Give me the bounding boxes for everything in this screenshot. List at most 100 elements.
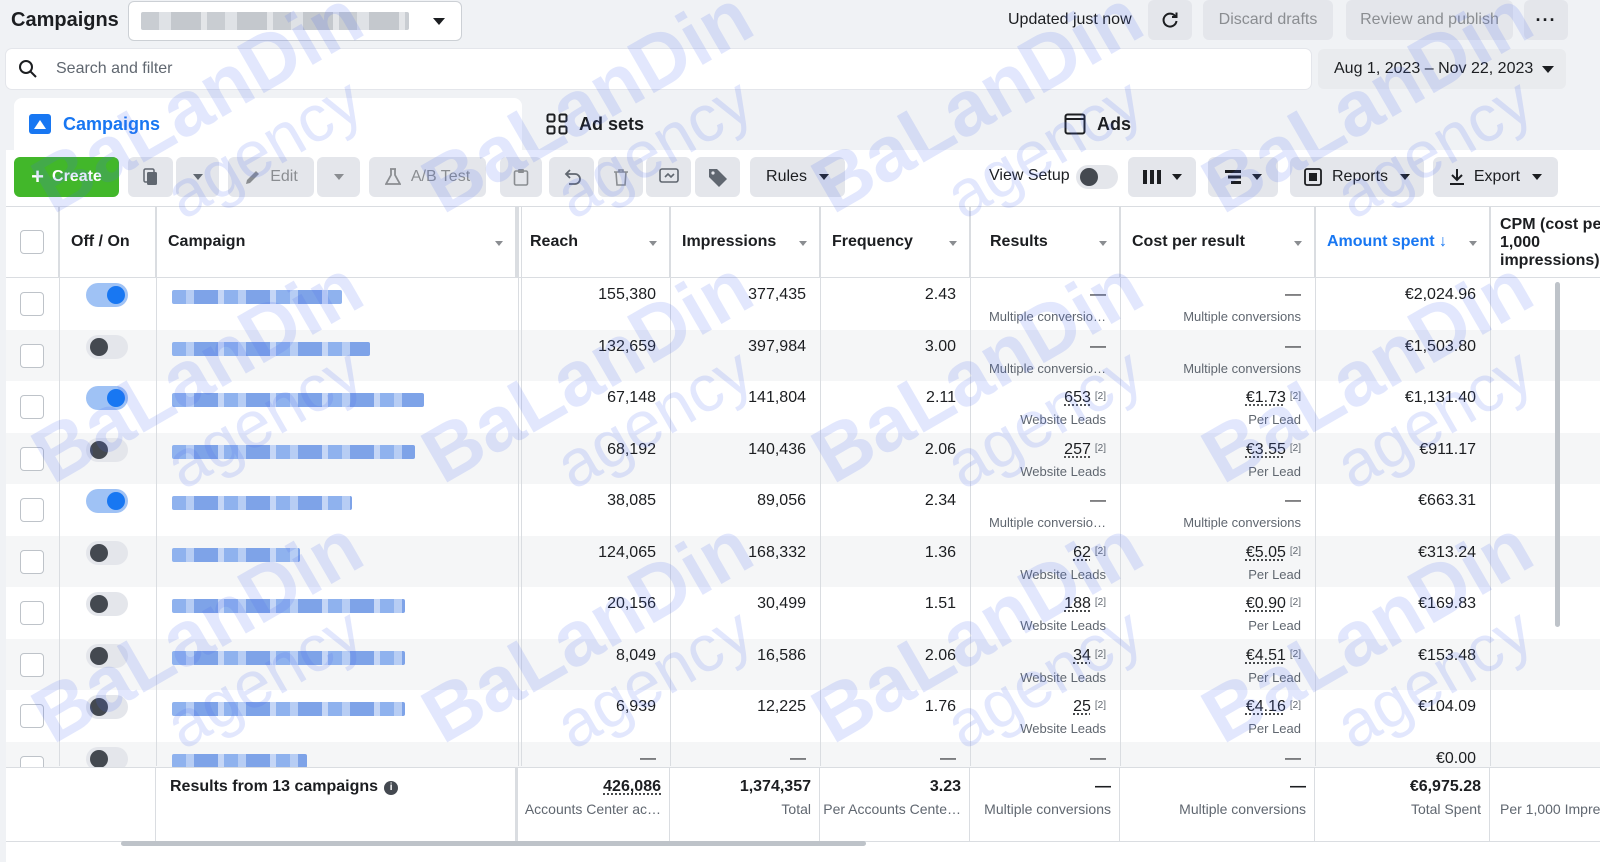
- column-cpm[interactable]: CPM (cost per 1,000 impressions): [1490, 207, 1600, 278]
- create-button[interactable]: + Create: [14, 157, 119, 197]
- info-icon[interactable]: i: [384, 781, 399, 795]
- table-row[interactable]: 20,156 30,499 1.51 188 [2] Website Leads €0.90…: [6, 587, 1600, 639]
- row-checkbox[interactable]: [20, 704, 44, 728]
- campaign-status-toggle[interactable]: [86, 695, 128, 719]
- footer-results: — Multiple conversions: [970, 768, 1120, 842]
- row-toggle-cell: [59, 639, 156, 691]
- campaign-name-cell[interactable]: [156, 484, 518, 536]
- column-reach[interactable]: Reach: [518, 207, 670, 278]
- campaign-status-toggle[interactable]: [86, 283, 128, 307]
- campaign-name-cell[interactable]: [156, 330, 518, 382]
- campaign-status-toggle[interactable]: [86, 592, 128, 616]
- campaign-status-toggle[interactable]: [86, 540, 128, 565]
- horizontal-scrollbar[interactable]: [121, 841, 866, 846]
- row-checkbox[interactable]: [20, 446, 44, 471]
- campaigns-icon: [28, 112, 52, 136]
- row-select-cell: [6, 587, 59, 639]
- level-tabs: Campaigns Ad sets Ads: [0, 98, 1600, 150]
- row-checkbox[interactable]: [20, 549, 44, 574]
- campaign-name-redacted: [172, 341, 370, 356]
- delete-button[interactable]: [598, 157, 643, 197]
- breakdown-button[interactable]: [1208, 157, 1278, 197]
- rules-button[interactable]: Rules: [750, 157, 845, 197]
- duplicate-button[interactable]: [128, 157, 173, 197]
- clipboard-icon: [513, 169, 529, 186]
- date-range-picker[interactable]: Aug 1, 2023 – Nov 22, 2023: [1318, 49, 1566, 89]
- table-row[interactable]: 155,380 377,435 2.43 — Multiple conversio… — M…: [6, 278, 1600, 330]
- ab-test-button[interactable]: A/B Test: [369, 157, 486, 197]
- column-off-on[interactable]: Off / On: [59, 207, 156, 278]
- tab-ad-sets[interactable]: Ad sets: [532, 98, 1040, 150]
- results-cell: — Multiple conversio…: [988, 492, 1106, 530]
- refresh-button[interactable]: [1148, 0, 1192, 40]
- column-impressions[interactable]: Impressions: [670, 207, 820, 278]
- column-frequency[interactable]: Frequency: [820, 207, 970, 278]
- more-options-button[interactable]: ···: [1524, 0, 1568, 40]
- discard-drafts-button[interactable]: Discard drafts: [1203, 0, 1333, 40]
- campaign-name-cell[interactable]: [156, 536, 518, 588]
- frequency-cell: 3.00: [924, 337, 956, 355]
- campaign-name-cell[interactable]: [156, 587, 518, 639]
- campaign-name-cell[interactable]: [156, 433, 518, 485]
- edit-button[interactable]: Edit: [228, 157, 314, 197]
- reach-cell: 68,192: [607, 440, 656, 458]
- column-amount-spent[interactable]: Amount spent ↓: [1315, 207, 1490, 278]
- table-row[interactable]: 124,065 168,332 1.36 62 [2] Website Leads €5.0…: [6, 535, 1600, 588]
- campaign-status-toggle[interactable]: [86, 489, 128, 513]
- campaign-name-cell[interactable]: [156, 278, 518, 330]
- campaign-status-toggle[interactable]: [86, 437, 128, 462]
- table-row[interactable]: 67,148 141,804 2.11 653 [2] Website Leads €1.7…: [6, 381, 1600, 433]
- row-checkbox[interactable]: [20, 395, 44, 419]
- ad-account-select[interactable]: [128, 1, 462, 41]
- export-label: Export: [1473, 168, 1521, 185]
- tab-campaigns[interactable]: Campaigns: [14, 98, 522, 150]
- tab-ads[interactable]: Ads: [1050, 98, 1570, 150]
- attribution-note: [2]: [1289, 391, 1301, 402]
- row-checkbox[interactable]: [20, 498, 44, 522]
- cost-per-result-cell: — Multiple conversions: [1183, 286, 1301, 324]
- campaign-name-cell[interactable]: [156, 639, 518, 691]
- export-button[interactable]: Export: [1433, 157, 1558, 197]
- column-results[interactable]: Results: [970, 207, 1120, 278]
- row-checkbox[interactable]: [20, 652, 44, 677]
- flask-icon: [384, 168, 401, 185]
- vertical-scrollbar[interactable]: [1555, 282, 1560, 627]
- row-checkbox[interactable]: [20, 601, 44, 625]
- campaign-status-toggle[interactable]: [86, 334, 128, 359]
- chevron-down-icon: [818, 174, 829, 180]
- toggle-knob: [107, 492, 125, 510]
- view-setup-toggle[interactable]: [1076, 165, 1118, 189]
- tab-label: Ad sets: [579, 113, 645, 134]
- edit-label: Edit: [270, 168, 298, 185]
- reach-cell: 67,148: [607, 389, 656, 406]
- row-checkbox[interactable]: [20, 292, 44, 316]
- row-checkbox[interactable]: [20, 343, 44, 368]
- select-all-checkbox[interactable]: [20, 230, 44, 254]
- campaign-status-toggle[interactable]: [86, 643, 128, 668]
- table-row[interactable]: 38,085 89,056 2.34 — Multiple conversio… — Mul…: [6, 484, 1600, 536]
- row-select-cell: [6, 278, 59, 330]
- table-row[interactable]: 6,939 12,225 1.76 25 [2] Website Leads €4.16 [2…: [6, 690, 1600, 742]
- campaign-status-toggle[interactable]: [86, 386, 128, 410]
- tag-button[interactable]: [695, 157, 740, 197]
- table-row[interactable]: 68,192 140,436 2.06 257 [2] Website Leads €3.5…: [6, 432, 1600, 485]
- duplicate-dropdown[interactable]: [176, 157, 219, 197]
- tab-label: Campaigns: [63, 113, 161, 134]
- reports-button[interactable]: Reports: [1290, 157, 1424, 197]
- column-cost-per-result[interactable]: Cost per result: [1120, 207, 1315, 278]
- campaign-name-cell[interactable]: [156, 690, 518, 742]
- amount-spent-cell: €104.09: [1418, 698, 1476, 715]
- preview-button[interactable]: [646, 157, 691, 197]
- attribution-note: [2]: [1094, 545, 1106, 557]
- edit-dropdown[interactable]: [317, 157, 360, 197]
- columns-button[interactable]: [1128, 157, 1196, 197]
- clipboard-button[interactable]: [500, 157, 542, 197]
- table-row[interactable]: 132,659 397,984 3.00 — Multiple conversio… — M…: [6, 329, 1600, 382]
- undo-button[interactable]: [549, 157, 594, 197]
- review-publish-button[interactable]: Review and publish: [1346, 0, 1513, 40]
- table-row[interactable]: 8,049 16,586 2.06 34 [2] Website Leads €4.51 [2…: [6, 638, 1600, 691]
- campaign-name-cell[interactable]: [156, 381, 518, 433]
- search-input[interactable]: [56, 49, 1296, 89]
- impressions-cell: 140,436: [748, 440, 806, 458]
- column-campaign[interactable]: Campaign: [156, 207, 518, 278]
